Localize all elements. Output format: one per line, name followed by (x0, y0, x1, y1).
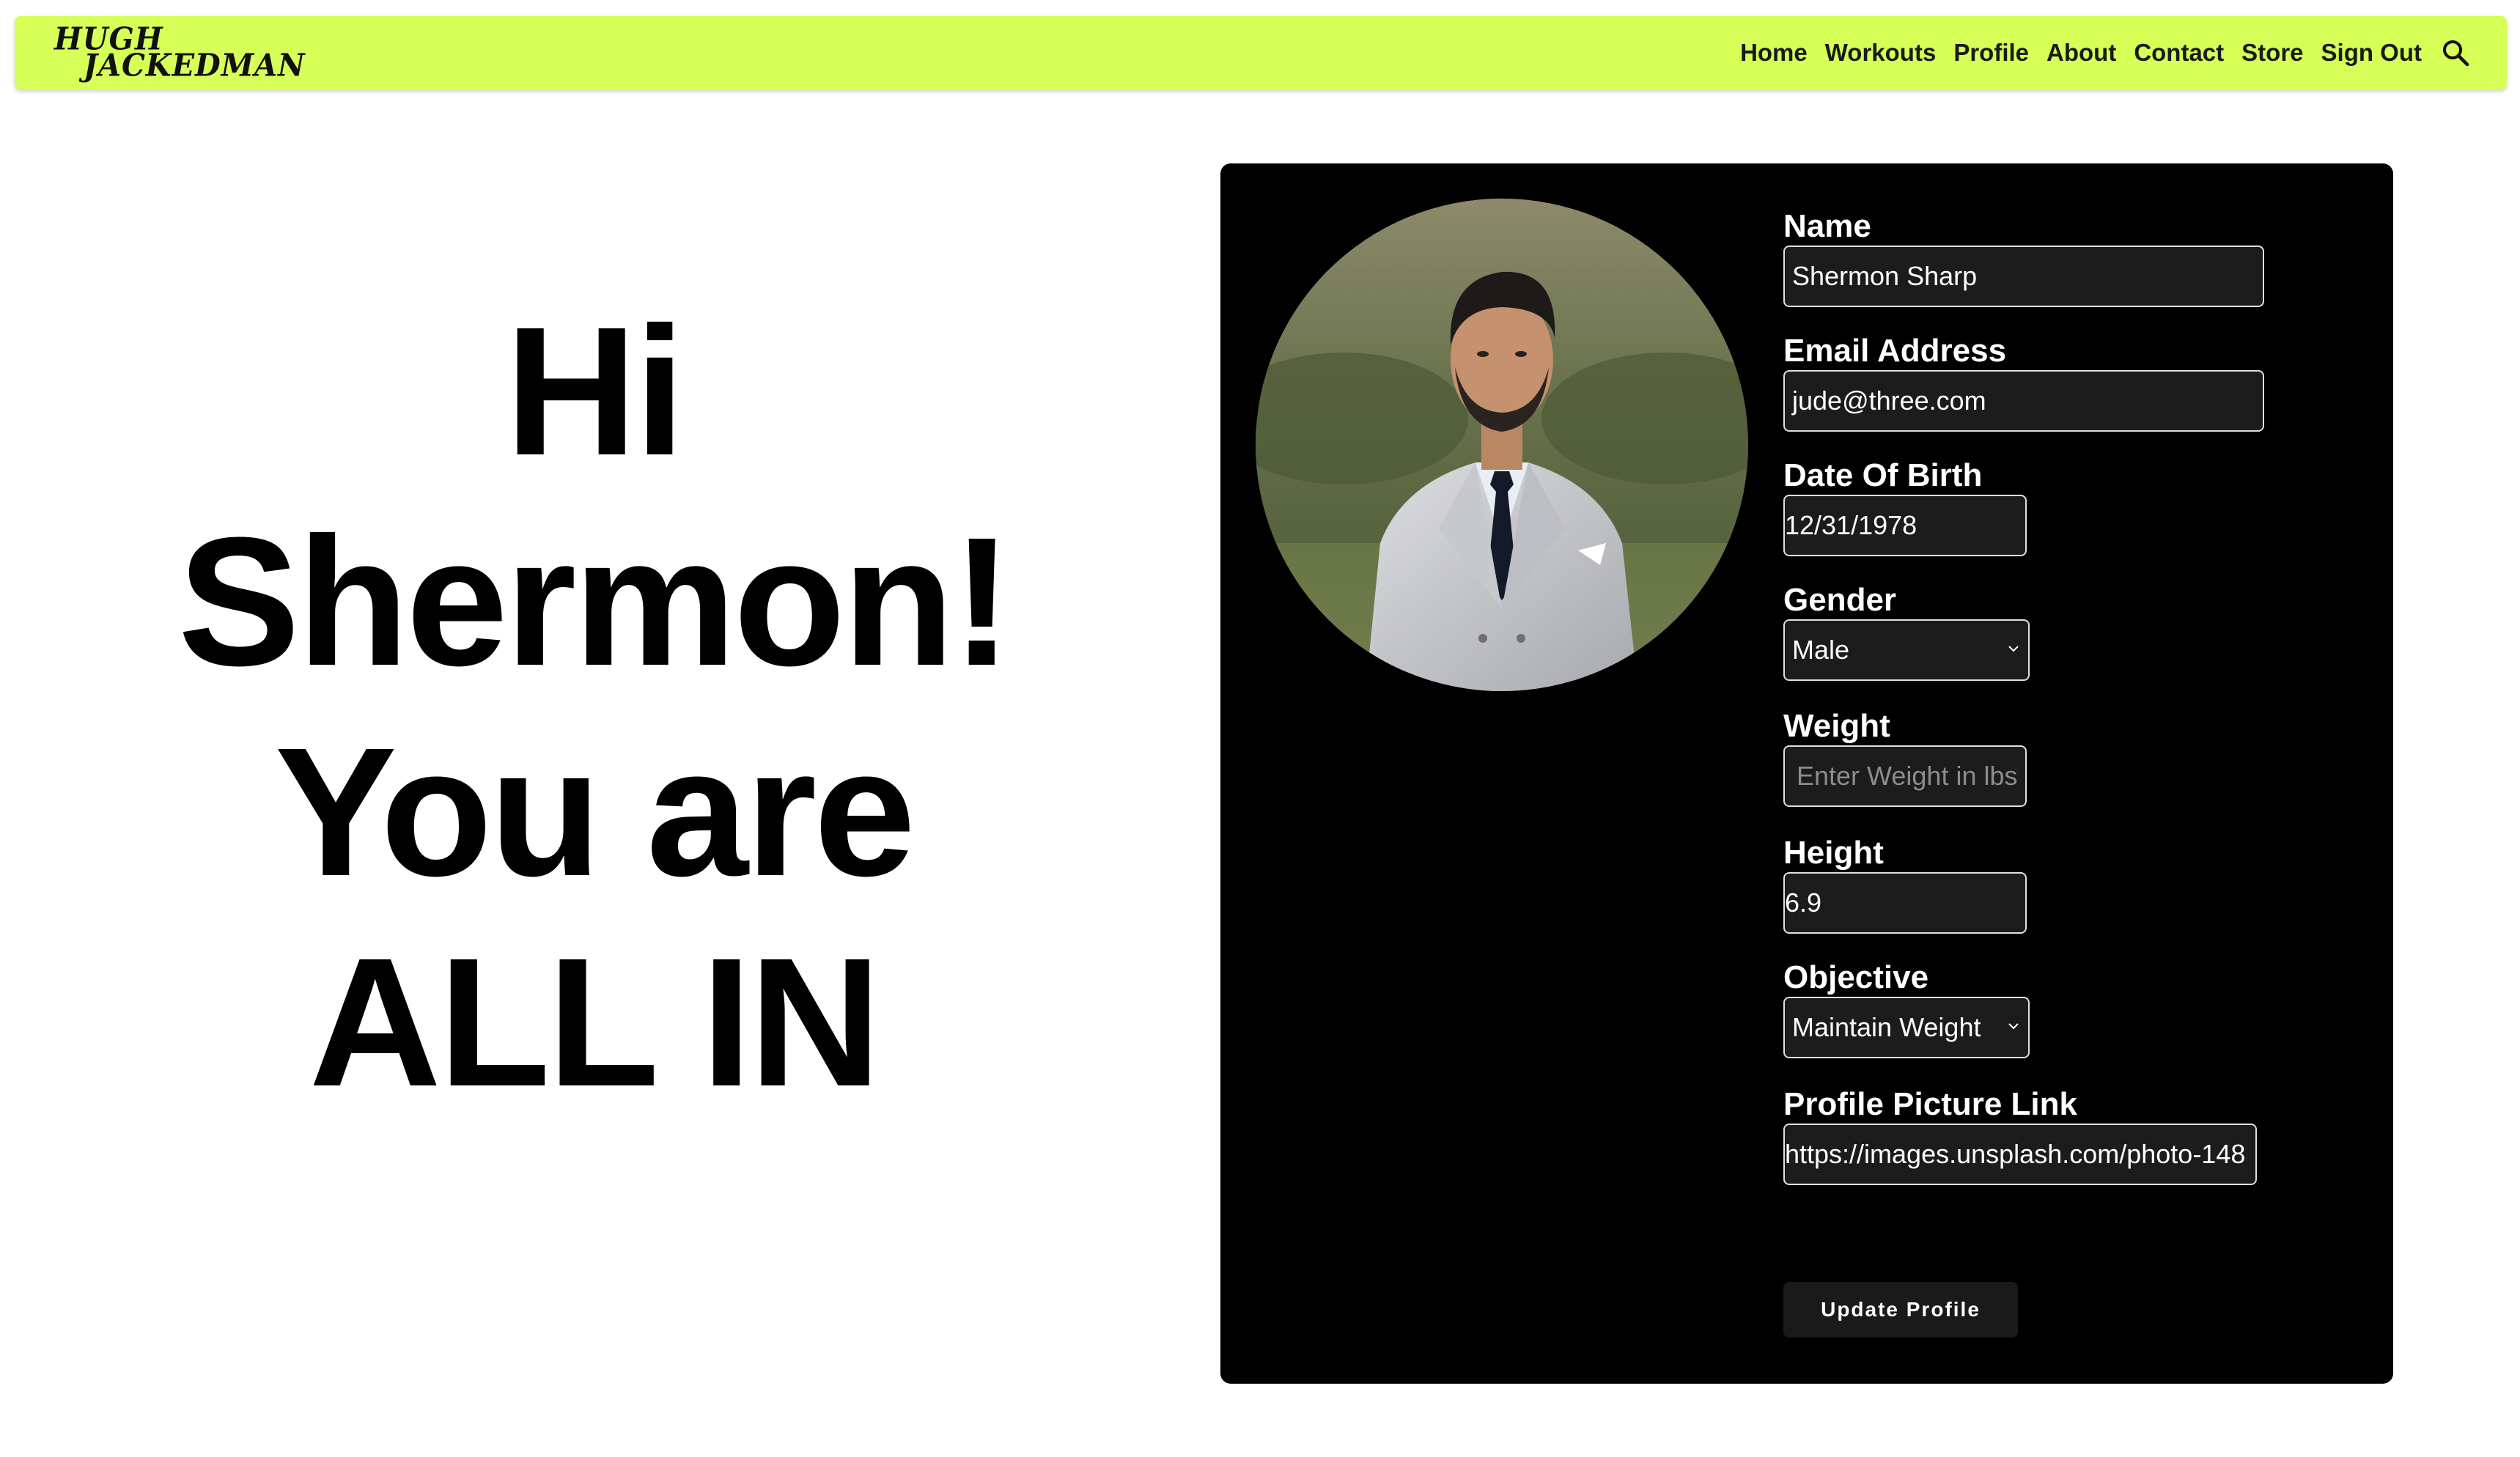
height-input[interactable]: 6.9 (1783, 872, 2027, 934)
objective-select[interactable]: Maintain Weight (1783, 997, 2030, 1058)
name-label: Name (1783, 208, 1871, 244)
email-label: Email Address (1783, 333, 2007, 369)
weight-input[interactable]: Enter Weight in lbs (1783, 745, 2027, 807)
brand-logo[interactable]: HUGH JACKEDMAN (54, 23, 347, 84)
dob-input[interactable]: 12/31/1978 (1783, 495, 2027, 556)
objective-label: Objective (1783, 959, 1929, 995)
update-profile-button[interactable]: Update Profile (1783, 1282, 2018, 1338)
top-navbar: HUGH JACKEDMAN Home Workouts Profile Abo… (15, 16, 2507, 89)
name-input[interactable]: Shermon Sharp (1783, 246, 2264, 307)
dob-label: Date Of Birth (1783, 457, 1983, 493)
avatar-photo (1256, 199, 1748, 691)
height-label: Height (1783, 835, 1884, 871)
nav-workouts[interactable]: Workouts (1825, 39, 1937, 67)
profile-avatar (1256, 199, 1748, 691)
greeting-line-2: Shermon! (177, 499, 1013, 704)
nav-sign-out[interactable]: Sign Out (2321, 39, 2422, 67)
nav-links: Home Workouts Profile About Contact Stor… (1723, 16, 2470, 89)
nav-contact[interactable]: Contact (2134, 39, 2224, 67)
picture-link-field-group: Profile Picture Link https://images.unsp… (1783, 1085, 2257, 1185)
email-field-group: Email Address jude@three.com (1783, 332, 2264, 432)
greeting-line-1: Hi (505, 289, 685, 493)
picture-link-label: Profile Picture Link (1783, 1086, 2077, 1122)
picture-link-input[interactable]: https://images.unsplash.com/photo-148 (1783, 1124, 2257, 1185)
nav-store[interactable]: Store (2241, 39, 2303, 67)
greeting-line-3: You are (274, 709, 915, 914)
profile-card: Name Shermon Sharp Email Address jude@th… (1220, 163, 2393, 1384)
nav-home[interactable]: Home (1740, 39, 1808, 67)
name-field-group: Name Shermon Sharp (1783, 207, 2264, 307)
search-icon[interactable] (2441, 38, 2470, 67)
gender-field-group: Gender Male (1783, 581, 2030, 681)
email-input[interactable]: jude@three.com (1783, 370, 2264, 432)
gender-label: Gender (1783, 582, 1897, 618)
nav-profile[interactable]: Profile (1953, 39, 2029, 67)
logo-line-2: JACKEDMAN (84, 47, 306, 84)
weight-label: Weight (1783, 708, 1890, 744)
objective-field-group: Objective Maintain Weight (1783, 959, 2030, 1058)
greeting-heading: Hi Shermon! You are ALL IN (147, 286, 1041, 1127)
objective-selected-value: Maintain Weight (1792, 1012, 1981, 1042)
weight-field-group: Weight Enter Weight in lbs (1783, 707, 2027, 807)
dob-field-group: Date Of Birth 12/31/1978 (1783, 457, 2027, 556)
height-field-group: Height 6.9 (1783, 834, 2027, 934)
chevron-down-icon (2008, 646, 2019, 652)
chevron-down-icon (2008, 1023, 2019, 1030)
gender-select[interactable]: Male (1783, 619, 2030, 681)
nav-about[interactable]: About (2046, 39, 2116, 67)
gender-selected-value: Male (1792, 635, 1850, 665)
greeting-line-4: ALL IN (309, 920, 882, 1124)
